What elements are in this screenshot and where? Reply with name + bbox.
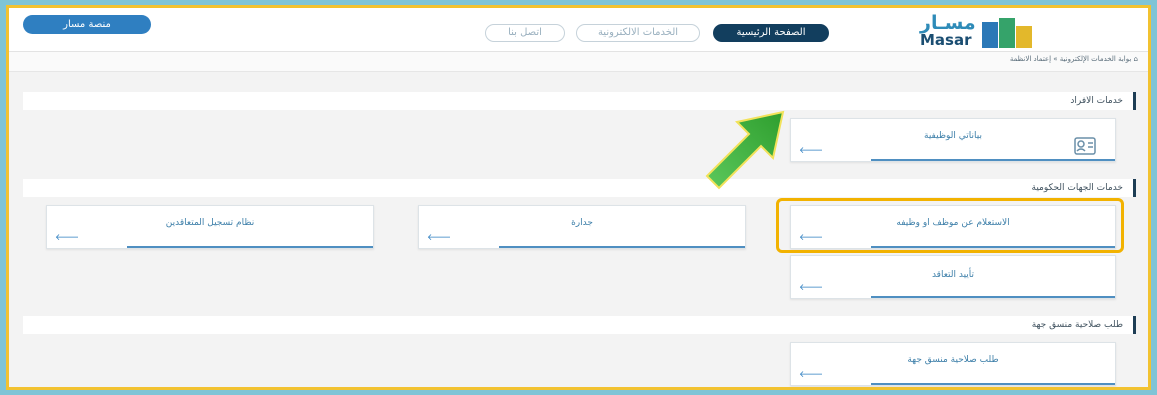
section-title-government: خدمات الجهات الحكومية (1031, 183, 1124, 193)
card-label: تأييد التعاقد (931, 270, 975, 280)
card-underline (499, 246, 745, 248)
pointer-arrow-icon (705, 110, 785, 190)
arrow-left-icon[interactable]: 🡐 (799, 145, 823, 156)
card-my-job-data[interactable]: بياناتي الوظيفية 🡐 (790, 118, 1116, 162)
arrow-left-icon[interactable]: 🡐 (799, 369, 823, 380)
nav-eservices[interactable]: الخدمات الالكترونية (576, 24, 700, 42)
nav-home[interactable]: الصفحة الرئيسية (713, 24, 829, 42)
highlight-box (776, 198, 1124, 253)
nav-contact[interactable]: اتصل بنا (485, 24, 565, 42)
breadcrumb: ⌂ بوابة الخدمات الإلكترونية » إعتماد الا… (1010, 55, 1138, 63)
section-coordinator: طلب صلاحية منسق جهة (23, 316, 1136, 334)
card-underline (871, 383, 1115, 385)
card-label: بياناتي الوظيفية (924, 131, 982, 141)
arrow-left-icon[interactable]: 🡐 (55, 232, 79, 243)
card-coordinator-request[interactable]: طلب صلاحية منسق جهة 🡐 (790, 342, 1116, 386)
section-title-individuals: خدمات الافراد (1070, 96, 1123, 106)
breadcrumb-bar: ⌂ بوابة الخدمات الإلكترونية » إعتماد الا… (9, 52, 1148, 72)
card-label: نظام تسجيل المتعاقدين (165, 218, 255, 228)
arrow-left-icon[interactable]: 🡐 (799, 282, 823, 293)
top-bar: منصة مسار اتصل بنا الخدمات الالكترونية ا… (9, 8, 1148, 52)
masar-platform-button[interactable]: منصة مسار (23, 15, 151, 34)
masar-logo[interactable]: مسـار Masar (920, 12, 1046, 49)
breadcrumb-text[interactable]: بوابة الخدمات الإلكترونية » إعتماد الانظ… (1010, 55, 1131, 63)
section-government: خدمات الجهات الحكومية (23, 179, 1136, 197)
logo-english-text: Masar (920, 31, 972, 49)
card-label: جدارة (571, 218, 593, 228)
card-label: طلب صلاحية منسق جهة (907, 355, 999, 365)
section-individuals: خدمات الافراد (23, 92, 1136, 110)
card-contractor-registration[interactable]: نظام تسجيل المتعاقدين 🡐 (46, 205, 374, 249)
card-underline (871, 296, 1115, 298)
card-contract-approval[interactable]: تأييد التعاقد 🡐 (790, 255, 1116, 299)
arrow-left-icon[interactable]: 🡐 (427, 232, 451, 243)
card-jadara[interactable]: جدارة 🡐 (418, 205, 746, 249)
home-icon[interactable]: ⌂ (1134, 55, 1138, 63)
logo-mark-icon (982, 18, 1042, 48)
page-frame: منصة مسار اتصل بنا الخدمات الالكترونية ا… (6, 5, 1151, 390)
section-title-coordinator: طلب صلاحية منسق جهة (1031, 320, 1123, 330)
card-underline (127, 246, 373, 248)
card-underline (871, 159, 1115, 161)
